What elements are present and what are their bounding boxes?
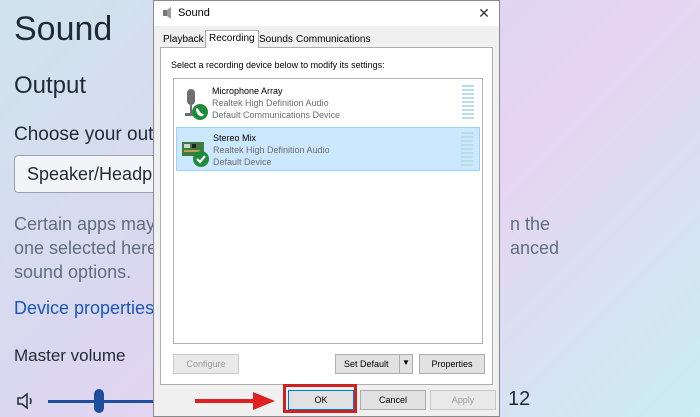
- output-device-value: Speaker/Headph: [27, 164, 163, 184]
- device-driver: Realtek High Definition Audio: [213, 145, 330, 155]
- sound-dialog: Sound ✕ Playback Recording Sounds Commun…: [153, 0, 500, 417]
- set-default-dropdown[interactable]: ▼: [399, 354, 413, 374]
- output-device-select[interactable]: Speaker/Headph: [14, 155, 174, 193]
- checkmark-badge-icon: [193, 151, 209, 167]
- chevron-down-icon: ▼: [402, 358, 410, 367]
- master-volume-label: Master volume: [14, 346, 126, 365]
- recording-device-list[interactable]: Microphone Array Realtek High Definition…: [173, 78, 483, 344]
- description-right-1: n the: [510, 214, 551, 234]
- volume-slider-thumb[interactable]: [94, 389, 104, 413]
- description-line-3: sound options.: [14, 262, 132, 282]
- tab-communications[interactable]: Communications: [293, 32, 373, 47]
- description-line-2: one selected here: [14, 238, 158, 258]
- list-item-microphone-array[interactable]: Microphone Array Realtek High Definition…: [176, 81, 480, 125]
- tab-playback[interactable]: Playback: [160, 32, 207, 47]
- output-heading: Output: [14, 72, 87, 99]
- speaker-icon[interactable]: [16, 392, 36, 410]
- dialog-title: Sound: [178, 7, 210, 19]
- device-driver: Realtek High Definition Audio: [212, 98, 329, 108]
- circuit-board-icon: [182, 142, 209, 167]
- set-default-button[interactable]: Set Default: [335, 354, 401, 374]
- sound-app-icon: [163, 7, 171, 19]
- tab-recording[interactable]: Recording: [205, 30, 259, 48]
- volume-value: 12: [508, 388, 531, 410]
- properties-button[interactable]: Properties: [419, 354, 485, 374]
- microphone-icon: [185, 89, 208, 120]
- close-icon[interactable]: ✕: [475, 5, 493, 22]
- configure-button[interactable]: Configure: [173, 354, 239, 374]
- device-name: Stereo Mix: [213, 133, 257, 143]
- device-name: Microphone Array: [212, 86, 283, 96]
- tab-sounds[interactable]: Sounds: [256, 32, 296, 47]
- level-meter: [462, 85, 474, 121]
- instruction-text: Select a recording device below to modif…: [171, 60, 385, 70]
- red-arrow-icon: [195, 392, 275, 410]
- level-meter: [461, 132, 473, 168]
- cancel-button[interactable]: Cancel: [360, 390, 426, 410]
- description-line-1: Certain apps may: [14, 214, 156, 234]
- ok-highlight-box: [283, 384, 357, 413]
- device-status: Default Device: [213, 157, 272, 167]
- recording-panel: Select a recording device below to modif…: [160, 47, 493, 385]
- device-status: Default Communications Device: [212, 110, 341, 120]
- description-right-2: anced: [510, 238, 560, 258]
- settings-page-title: Sound: [14, 10, 113, 48]
- dialog-titlebar[interactable]: Sound ✕: [154, 1, 499, 26]
- apply-button[interactable]: Apply: [430, 390, 496, 410]
- list-item-stereo-mix[interactable]: Stereo Mix Realtek High Definition Audio…: [176, 127, 480, 171]
- device-properties-link[interactable]: Device properties: [14, 298, 154, 319]
- choose-output-label: Choose your outp: [14, 124, 164, 145]
